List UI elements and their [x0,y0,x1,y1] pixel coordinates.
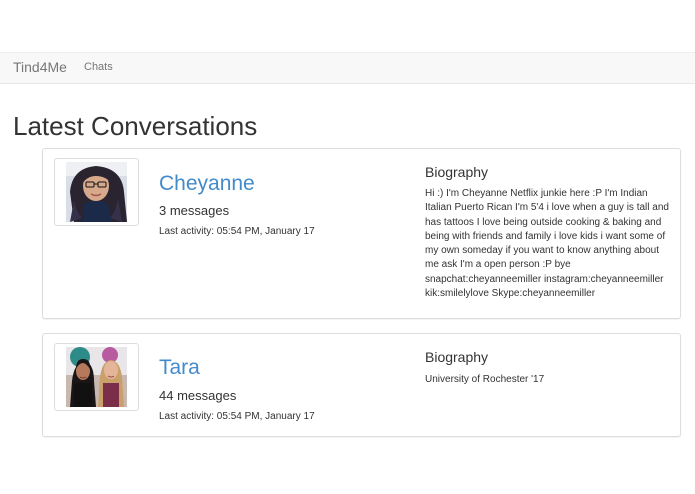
last-activity: Last activity: 05:54 PM, January 17 [159,226,315,237]
profile-photo-icon [66,162,127,222]
nav-link-chats[interactable]: Chats [84,61,113,73]
profile-photo-icon [66,347,127,407]
avatar[interactable] [54,158,139,226]
biography-heading: Biography [425,349,489,365]
conversation-card[interactable]: Cheyanne 3 messages Last activity: 05:54… [42,148,681,319]
contact-name-link[interactable]: Tara [159,356,200,380]
last-activity: Last activity: 05:54 PM, January 17 [159,411,315,422]
contact-name-link[interactable]: Cheyanne [159,172,255,196]
biography-text: Hi :) I'm Cheyanne Netflix junkie here :… [425,188,669,300]
message-count: 3 messages [159,203,230,218]
brand-link[interactable]: Tind4Me [13,59,67,75]
page-title: Latest Conversations [13,111,258,141]
biography-text: University of Rochester '17 [425,374,545,385]
top-navbar: Tind4Me Chats [0,52,695,84]
message-count: 44 messages [159,388,237,403]
biography-heading: Biography [425,164,489,180]
conversation-card[interactable]: Tara 44 messages Last activity: 05:54 PM… [42,333,681,437]
avatar[interactable] [54,343,139,411]
